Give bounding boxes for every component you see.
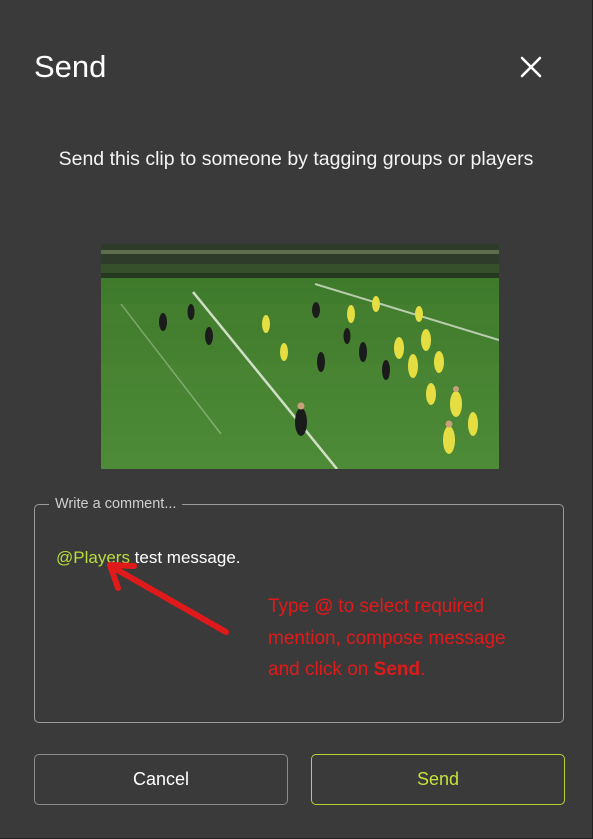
annotation-text: . xyxy=(420,659,426,680)
annotation-text: and click on xyxy=(268,659,374,680)
annotation-text: to select required xyxy=(333,596,485,617)
annotation-line-1: Type @ to select required xyxy=(268,591,588,623)
clip-thumbnail xyxy=(101,244,499,469)
dialog-subtitle: Send this clip to someone by tagging gro… xyxy=(58,148,534,170)
cancel-button[interactable]: Cancel xyxy=(34,754,288,805)
annotation-line-2: mention, compose message xyxy=(268,627,506,649)
comment-field-label: Write a comment... xyxy=(55,496,177,512)
annotation-arrow-icon xyxy=(107,562,229,635)
close-button[interactable] xyxy=(514,50,548,84)
dialog-title: Send xyxy=(34,49,107,84)
annotation-send-word: Send xyxy=(373,659,421,680)
send-dialog: Send Send this clip to someone by taggin… xyxy=(0,0,593,839)
send-button[interactable]: Send xyxy=(311,754,565,805)
instruction-annotation: Type @ to select required mention, compo… xyxy=(268,591,588,686)
annotation-text: Type xyxy=(268,596,315,617)
annotation-line-3: and click on Send. xyxy=(268,654,588,686)
close-icon xyxy=(520,56,542,78)
annotation-at-symbol: @ xyxy=(314,596,334,617)
